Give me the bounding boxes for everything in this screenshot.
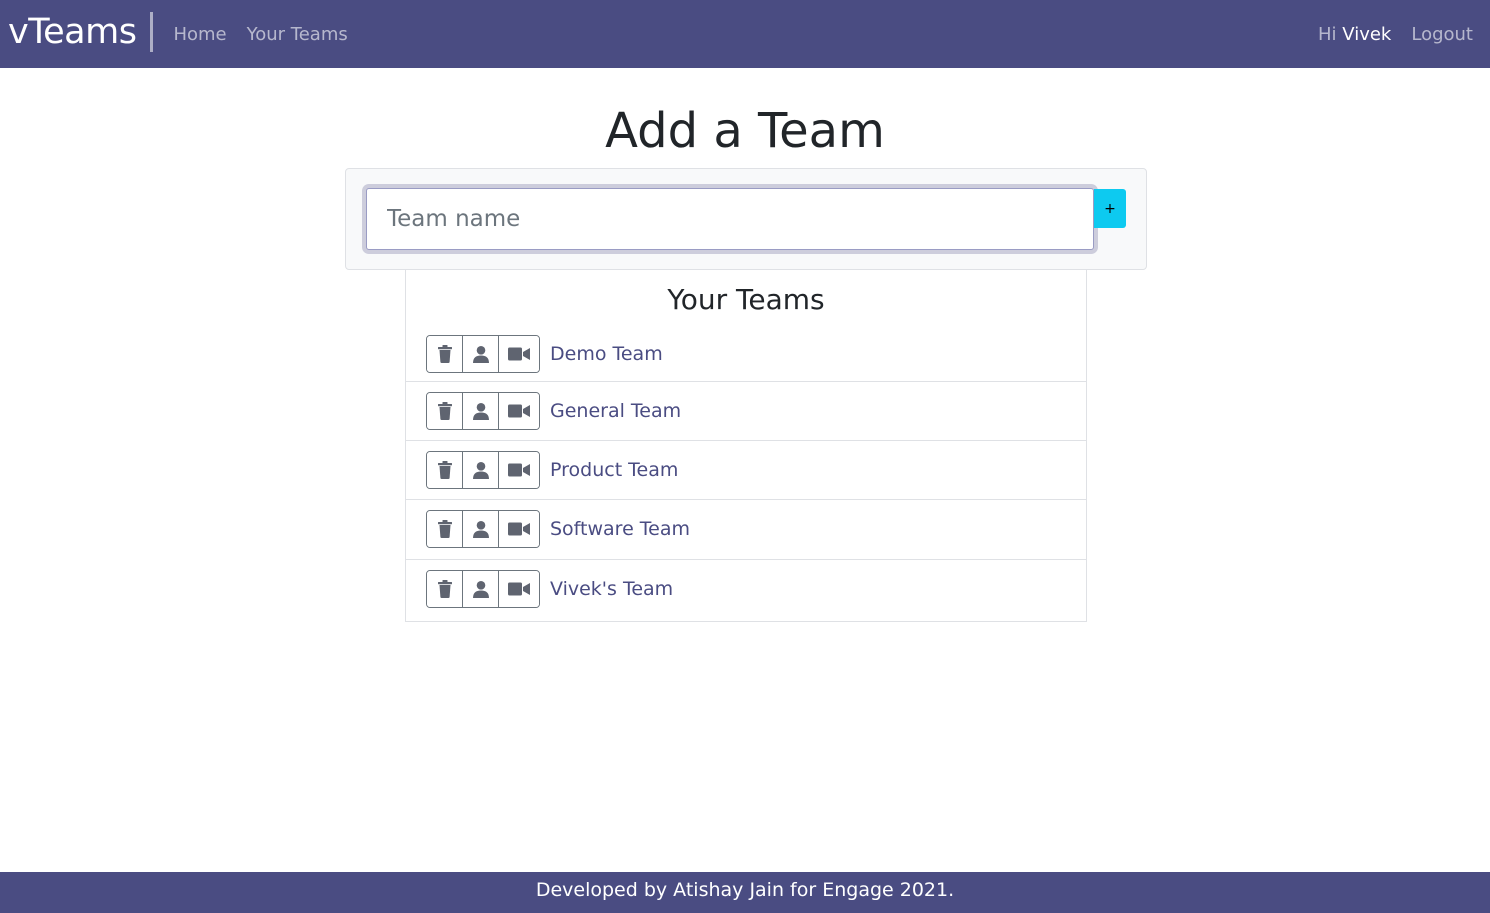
teams-heading: Your Teams bbox=[667, 283, 825, 316]
video-camera-icon bbox=[508, 347, 530, 361]
team-actions bbox=[426, 570, 540, 609]
nav-link-your-teams[interactable]: Your Teams bbox=[247, 24, 348, 45]
add-member-button[interactable] bbox=[463, 511, 499, 548]
delete-team-button[interactable] bbox=[427, 336, 463, 372]
video-camera-icon bbox=[508, 522, 530, 536]
person-icon bbox=[472, 402, 489, 420]
video-camera-icon bbox=[508, 463, 530, 477]
team-name-link[interactable]: Demo Team bbox=[550, 343, 663, 365]
person-icon bbox=[472, 580, 489, 598]
delete-team-button[interactable] bbox=[427, 511, 463, 548]
nav-user-area: Hi Vivek Logout bbox=[1318, 24, 1490, 45]
team-actions bbox=[426, 510, 540, 549]
navbar: vTeams Home Your Teams Hi Vivek Logout bbox=[0, 0, 1490, 68]
trash-icon bbox=[437, 345, 453, 363]
add-team-button[interactable]: + bbox=[1094, 189, 1126, 228]
add-team-form: + bbox=[345, 168, 1147, 270]
start-video-button[interactable] bbox=[499, 336, 539, 372]
footer-text: Developed by Atishay Jain for Engage 202… bbox=[535, 879, 955, 901]
team-row: Vivek's Team bbox=[406, 560, 1086, 619]
greeting-text: Hi bbox=[1318, 23, 1337, 45]
teams-list-panel: Your Teams Demo Team General Team Product … bbox=[405, 270, 1087, 622]
start-video-button[interactable] bbox=[499, 393, 539, 430]
logout-link[interactable]: Logout bbox=[1411, 24, 1473, 45]
team-row: General Team bbox=[406, 382, 1086, 442]
trash-icon bbox=[437, 580, 453, 599]
team-actions bbox=[426, 451, 540, 490]
user-greeting: Hi Vivek bbox=[1318, 24, 1391, 45]
delete-team-button[interactable] bbox=[427, 452, 463, 489]
team-name-link[interactable]: Product Team bbox=[550, 459, 678, 481]
add-member-button[interactable] bbox=[463, 393, 499, 430]
brand-logo[interactable]: vTeams bbox=[0, 12, 154, 52]
delete-team-button[interactable] bbox=[427, 393, 463, 430]
team-row: Software Team bbox=[406, 500, 1086, 560]
start-video-button[interactable] bbox=[499, 571, 539, 608]
person-icon bbox=[472, 345, 489, 363]
page-title: Add a Team bbox=[605, 103, 885, 159]
start-video-button[interactable] bbox=[499, 511, 539, 548]
delete-team-button[interactable] bbox=[427, 571, 463, 608]
trash-icon bbox=[437, 461, 453, 480]
person-icon bbox=[472, 520, 489, 538]
trash-icon bbox=[437, 520, 453, 539]
add-member-button[interactable] bbox=[463, 452, 499, 489]
video-camera-icon bbox=[508, 404, 530, 418]
team-actions bbox=[426, 335, 540, 373]
username: Vivek bbox=[1342, 23, 1392, 45]
team-actions bbox=[426, 392, 540, 431]
team-name-link[interactable]: Vivek's Team bbox=[550, 578, 673, 600]
start-video-button[interactable] bbox=[499, 452, 539, 489]
trash-icon bbox=[437, 402, 453, 421]
add-member-button[interactable] bbox=[463, 336, 499, 372]
nav-link-home[interactable]: Home bbox=[173, 24, 226, 45]
team-name-input[interactable] bbox=[366, 188, 1094, 250]
add-member-button[interactable] bbox=[463, 571, 499, 608]
team-row: Product Team bbox=[406, 441, 1086, 501]
team-name-link[interactable]: Software Team bbox=[550, 518, 690, 540]
video-camera-icon bbox=[508, 582, 530, 596]
person-icon bbox=[472, 461, 489, 479]
team-name-link[interactable]: General Team bbox=[550, 400, 681, 422]
team-row: Demo Team bbox=[406, 327, 1086, 382]
footer: Developed by Atishay Jain for Engage 202… bbox=[0, 872, 1490, 913]
